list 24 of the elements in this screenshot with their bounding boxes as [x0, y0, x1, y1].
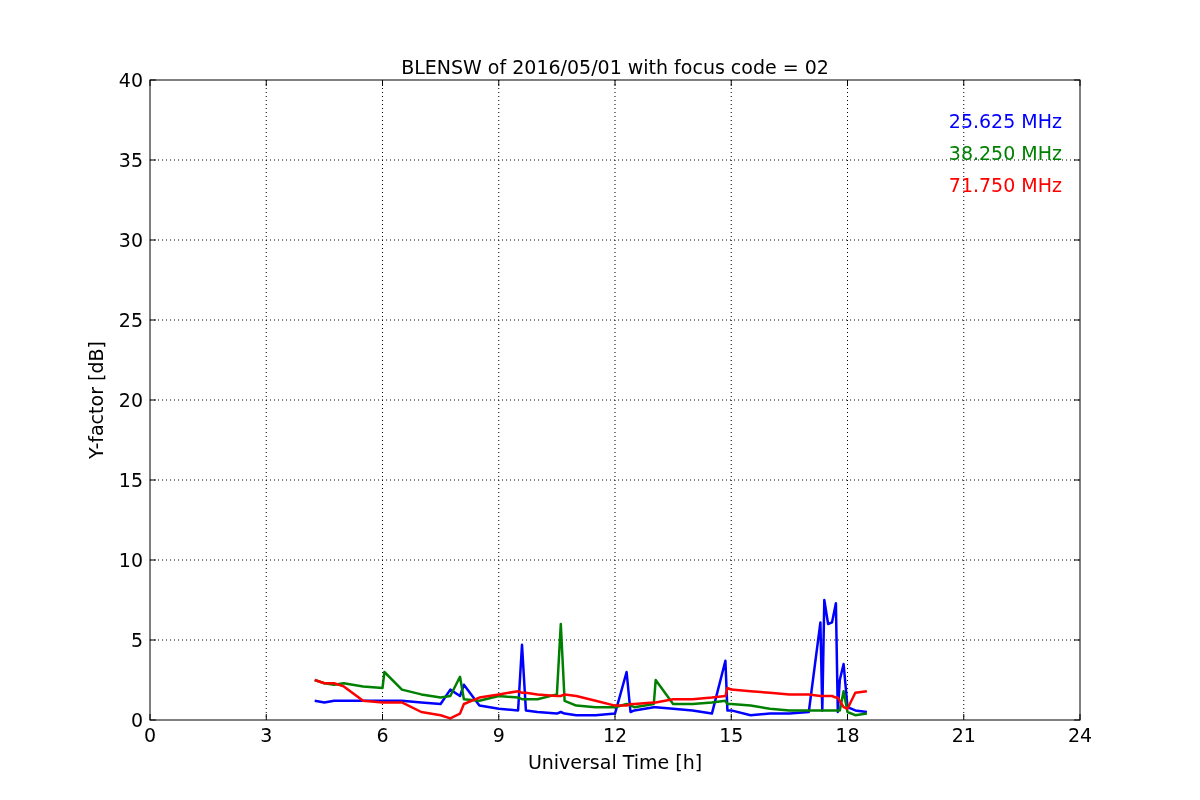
y-tick-label: 15	[118, 469, 143, 491]
x-tick-label: 18	[835, 724, 860, 746]
legend-label: 71.750 MHz	[948, 174, 1062, 196]
legend-label: 38.250 MHz	[948, 142, 1062, 164]
x-axis-label: Universal Time [h]	[527, 751, 703, 773]
legend-label: 25.625 MHz	[948, 110, 1062, 132]
x-tick-label: 6	[376, 724, 389, 746]
y-tick-label: 10	[118, 549, 143, 571]
x-tick-label: 21	[951, 724, 976, 746]
x-tick-label: 24	[1067, 724, 1093, 746]
chart-title: BLENSW of 2016/05/01 with focus code = 02	[401, 56, 829, 78]
y-tick-label: 40	[118, 69, 143, 91]
y-tick-label: 0	[130, 709, 143, 731]
x-tick-label: 0	[143, 724, 157, 746]
x-tick-label: 12	[602, 724, 628, 746]
y-tick-label: 35	[118, 149, 143, 171]
x-tick-label: 3	[260, 724, 273, 746]
y-tick-label: 25	[118, 309, 143, 331]
x-tick-label: 9	[492, 724, 505, 746]
y-axis-label: Y-factor [dB]	[85, 341, 107, 459]
x-tick-label: 15	[719, 724, 744, 746]
y-tick-label: 20	[118, 389, 143, 411]
y-tick-label: 5	[130, 629, 143, 651]
y-tick-label: 30	[118, 229, 143, 251]
